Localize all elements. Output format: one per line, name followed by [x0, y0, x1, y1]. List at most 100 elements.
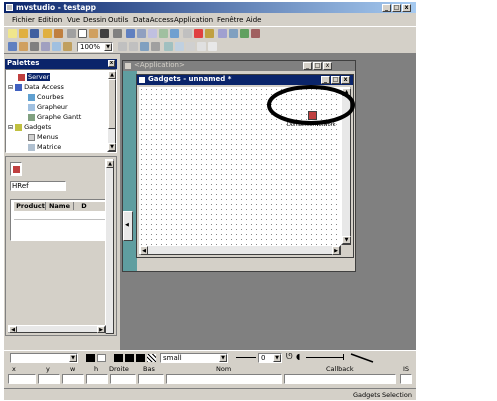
- run-icon[interactable]: [240, 29, 249, 38]
- cut-icon[interactable]: [67, 29, 76, 38]
- copy-icon[interactable]: [78, 29, 87, 38]
- menu-edition[interactable]: Edition: [38, 16, 62, 24]
- close-palettes-icon[interactable]: x: [108, 60, 115, 67]
- zoom-in-icon[interactable]: [118, 42, 127, 51]
- palettes-scrollbar[interactable]: ▲ ▼: [107, 70, 116, 152]
- properties-scrollbar[interactable]: ▲: [105, 159, 114, 334]
- scroll-right-icon[interactable]: ▶: [332, 246, 340, 255]
- chart-icon[interactable]: [159, 29, 168, 38]
- home-icon[interactable]: [54, 29, 63, 38]
- properties-hscrollbar[interactable]: ◀ ▶: [8, 325, 106, 333]
- arrow-style-icon[interactable]: ᘎ: [286, 352, 293, 362]
- nom-field[interactable]: [166, 374, 282, 384]
- scroll-down-icon[interactable]: ▼: [342, 236, 351, 244]
- scroll-left-icon[interactable]: ◀: [125, 222, 129, 228]
- folder-icon[interactable]: [43, 29, 52, 38]
- scroll-down-icon[interactable]: ▼: [108, 143, 116, 151]
- app-min-button[interactable]: _: [303, 62, 312, 70]
- print-icon[interactable]: [113, 29, 122, 38]
- paste-icon[interactable]: [89, 29, 98, 38]
- delete-icon[interactable]: [100, 29, 109, 38]
- collapse-icon[interactable]: ⊟: [8, 84, 13, 91]
- y-field[interactable]: [38, 374, 60, 384]
- tree-item-matrice[interactable]: Matrice: [28, 143, 61, 152]
- layout-icon[interactable]: [218, 29, 227, 38]
- tree-item-grapheur[interactable]: Grapheur: [28, 103, 68, 112]
- undo-icon[interactable]: [63, 42, 72, 51]
- w-field[interactable]: [62, 374, 84, 384]
- lock-icon[interactable]: [197, 42, 206, 51]
- rotate-icon[interactable]: [30, 42, 39, 51]
- chevron-down-icon[interactable]: ▼: [219, 354, 227, 362]
- menu-fenetre[interactable]: Fenêtre: [217, 16, 243, 24]
- half-circle-icon[interactable]: ◖: [296, 352, 300, 361]
- app-max-button[interactable]: □: [313, 62, 322, 70]
- debug-icon[interactable]: [251, 29, 260, 38]
- text-color-icon[interactable]: [136, 354, 145, 362]
- header-d[interactable]: D: [74, 202, 94, 210]
- grid-icon[interactable]: [126, 29, 135, 38]
- menu-application[interactable]: Application: [174, 16, 213, 24]
- snap-icon[interactable]: [186, 42, 195, 51]
- x-field[interactable]: [8, 374, 36, 384]
- scroll-right-icon[interactable]: ▶: [97, 326, 105, 333]
- menu-outils[interactable]: Outils: [108, 16, 128, 24]
- tree-item-courbes[interactable]: Courbes: [28, 93, 64, 102]
- diagonal-line-icon[interactable]: [350, 353, 374, 363]
- scroll-left-icon[interactable]: ◀: [140, 246, 148, 255]
- is-field[interactable]: [400, 374, 412, 384]
- close-button[interactable]: x: [402, 4, 411, 12]
- bas-field[interactable]: [138, 374, 164, 384]
- zoom-select[interactable]: 100% ▼: [77, 42, 113, 52]
- save-icon[interactable]: [30, 29, 39, 38]
- zoom-out-icon[interactable]: [129, 42, 138, 51]
- header-name[interactable]: Name: [46, 202, 74, 210]
- name-field[interactable]: HRef: [10, 181, 66, 191]
- white-swatch-icon[interactable]: [97, 354, 106, 362]
- table-row[interactable]: [14, 212, 106, 220]
- scroll-thumb[interactable]: [108, 79, 116, 129]
- black-swatch-icon[interactable]: [86, 354, 95, 362]
- collapse-icon[interactable]: ⊟: [8, 124, 13, 131]
- pattern-icon[interactable]: [147, 354, 156, 362]
- tree-item-graphe-gantt[interactable]: Graphe Gantt: [28, 113, 81, 122]
- window-icon[interactable]: [229, 29, 238, 38]
- settings-icon[interactable]: [205, 29, 214, 38]
- hand-icon[interactable]: [19, 42, 28, 51]
- front-icon[interactable]: [164, 42, 173, 51]
- image-icon[interactable]: [170, 29, 179, 38]
- h-field[interactable]: [86, 374, 108, 384]
- open-folder-icon[interactable]: [19, 29, 28, 38]
- tree-item-server[interactable]: Server: [18, 73, 51, 82]
- app-close-button[interactable]: x: [323, 62, 332, 70]
- tree-item-data-access[interactable]: ⊟ Data Access: [8, 83, 64, 92]
- tree-item-gadgets[interactable]: ⊟ Gadgets: [8, 123, 51, 132]
- line-color-icon[interactable]: [125, 354, 134, 362]
- font-select[interactable]: ▼: [10, 353, 78, 363]
- header-product[interactable]: Product: [16, 202, 46, 210]
- frame-icon[interactable]: [208, 42, 217, 51]
- menu-dataaccess[interactable]: DataAccess: [133, 16, 174, 24]
- warning-icon[interactable]: [194, 29, 203, 38]
- link-icon[interactable]: [183, 29, 192, 38]
- droite-field[interactable]: [110, 374, 136, 384]
- menu-dessin[interactable]: Dessin: [83, 16, 106, 24]
- table-icon[interactable]: [137, 29, 146, 38]
- menu-vue[interactable]: Vue: [67, 16, 80, 24]
- font-size-select[interactable]: small ▼: [160, 353, 228, 363]
- scroll-left-icon[interactable]: ◀: [9, 326, 17, 333]
- chevron-down-icon[interactable]: ▼: [273, 354, 281, 362]
- scroll-up-icon[interactable]: ▲: [108, 71, 116, 79]
- align-icon[interactable]: [41, 42, 50, 51]
- select-all-icon[interactable]: [151, 42, 160, 51]
- line-width-select[interactable]: 0 ▼: [258, 353, 282, 363]
- minimize-button[interactable]: _: [382, 4, 391, 12]
- tree-item-menus[interactable]: Menus: [28, 133, 58, 142]
- fit-icon[interactable]: [140, 42, 149, 51]
- chevron-down-icon[interactable]: ▼: [69, 354, 77, 362]
- fill-color-icon[interactable]: [114, 354, 123, 362]
- new-file-icon[interactable]: [8, 29, 17, 38]
- group-icon[interactable]: [52, 42, 61, 51]
- maximize-button[interactable]: □: [392, 4, 401, 12]
- menu-fichier[interactable]: Fichier: [12, 16, 35, 24]
